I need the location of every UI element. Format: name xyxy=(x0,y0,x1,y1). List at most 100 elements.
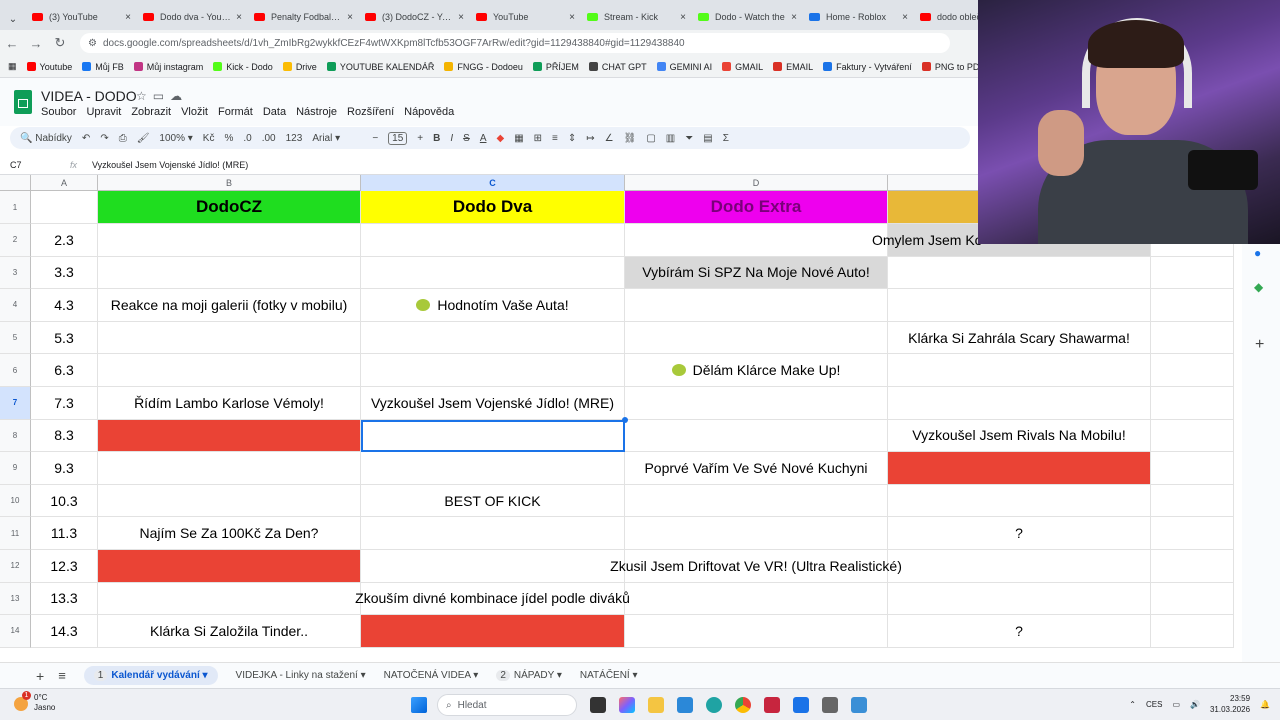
bookmark-item[interactable]: Drive xyxy=(282,62,317,72)
browser-tab[interactable]: Dodo dva - YouTube × xyxy=(137,4,248,30)
column-header[interactable]: B xyxy=(98,175,361,191)
row-header[interactable]: 11 xyxy=(0,517,31,550)
filter-icon[interactable]: ⏷ xyxy=(685,133,693,144)
tab-search-dropdown[interactable]: ⌄ xyxy=(0,8,26,30)
date-cell[interactable]: 2.3 xyxy=(31,224,98,257)
row-header[interactable]: 1 xyxy=(0,191,31,224)
paint-format-icon[interactable]: 🖌 xyxy=(137,133,150,144)
date-cell[interactable]: 13.3 xyxy=(31,582,98,616)
grid-cell[interactable] xyxy=(1151,321,1234,355)
reload-icon[interactable]: ↻ xyxy=(48,35,72,51)
date-cell[interactable]: 10.3 xyxy=(31,484,98,518)
column-header[interactable]: C xyxy=(361,175,625,191)
sheet-tab[interactable]: NATOČENÁ VIDEA ▾ xyxy=(384,670,479,681)
channel-header-d[interactable]: Dodo Extra xyxy=(625,191,888,224)
calculator-icon[interactable] xyxy=(822,697,838,713)
sheets-logo-icon[interactable] xyxy=(14,90,32,114)
row-header[interactable]: 10 xyxy=(0,484,31,518)
video-title-cell[interactable] xyxy=(625,387,888,420)
row-header[interactable]: 14 xyxy=(0,615,31,648)
video-title-cell[interactable] xyxy=(625,224,888,257)
video-title-cell[interactable] xyxy=(625,321,888,355)
text-wrap-icon[interactable]: ↦ xyxy=(586,133,594,144)
grid-cell[interactable] xyxy=(1151,517,1234,550)
video-title-cell[interactable]: Zkusil Jsem Driftovat Ve VR! (Ultra Real… xyxy=(610,550,902,583)
column-header[interactable]: D xyxy=(625,175,888,191)
notifications-icon[interactable]: 🔔 xyxy=(1260,699,1270,710)
system-tray[interactable]: ⌃ CES ▭ 🔊 23:59 31.03.2026 🔔 xyxy=(1129,693,1270,715)
video-title-cell[interactable] xyxy=(625,484,888,518)
align-vertical-icon[interactable]: ⇕ xyxy=(568,133,576,144)
video-title-cell[interactable] xyxy=(625,289,888,322)
menu-item[interactable]: Upravit xyxy=(86,106,121,118)
menu-item[interactable]: Soubor xyxy=(41,106,76,118)
weather-widget[interactable]: 0°C Jasno xyxy=(34,693,55,713)
strikethrough-icon[interactable]: S xyxy=(463,133,470,144)
date-cell[interactable]: 5.3 xyxy=(31,321,98,355)
bookmark-item[interactable]: CHAT GPT xyxy=(588,62,647,72)
menu-item[interactable]: Nástroje xyxy=(296,106,337,118)
video-title-cell[interactable] xyxy=(625,582,888,616)
grid-cell[interactable] xyxy=(1151,452,1234,485)
tab-close-icon[interactable]: × xyxy=(458,12,464,23)
video-title-cell[interactable] xyxy=(98,321,361,355)
video-title-cell[interactable] xyxy=(361,224,625,257)
row-header[interactable]: 3 xyxy=(0,256,31,290)
bookmark-item[interactable]: Můj FB xyxy=(82,62,124,72)
video-title-cell[interactable]: Hodnotím Vaše Auta! xyxy=(361,289,625,322)
video-title-cell[interactable] xyxy=(888,256,1151,290)
video-title-cell[interactable] xyxy=(361,419,625,453)
grid-cell[interactable] xyxy=(1151,582,1234,616)
bookmark-item[interactable]: PŘÍJEM xyxy=(532,62,579,72)
video-title-cell[interactable]: Poprvé Vařím Ve Své Nové Kuchyni xyxy=(625,452,888,485)
name-box[interactable]: C7 xyxy=(0,160,70,170)
font-size-input[interactable]: 15 xyxy=(388,131,408,145)
row-header[interactable]: 13 xyxy=(0,582,31,616)
network-icon[interactable]: ▭ xyxy=(1172,699,1180,710)
browser-tab[interactable]: Dodo - Watch the × xyxy=(692,4,803,30)
volume-icon[interactable]: 🔊 xyxy=(1190,699,1200,710)
merge-cells-icon[interactable]: ⊞ xyxy=(534,133,542,144)
sheet-tab[interactable]: NATÁČENÍ ▾ xyxy=(580,670,638,681)
row-header[interactable]: 6 xyxy=(0,354,31,387)
edge-icon[interactable] xyxy=(706,697,722,713)
browser-tab[interactable]: Home - Roblox × xyxy=(803,4,914,30)
video-title-cell[interactable] xyxy=(888,484,1151,518)
corner-cell[interactable] xyxy=(0,175,31,191)
date-cell[interactable]: 9.3 xyxy=(31,452,98,485)
cloud-status-icon[interactable]: ☁ xyxy=(170,89,188,103)
link-icon[interactable]: ⛓ xyxy=(624,133,637,144)
outlook-icon[interactable] xyxy=(677,697,693,713)
grid-cell[interactable] xyxy=(1151,419,1234,453)
grid-cell[interactable] xyxy=(1151,615,1234,648)
tab-close-icon[interactable]: × xyxy=(569,12,575,23)
number-format-button[interactable]: 123 xyxy=(286,133,303,144)
borders-icon[interactable]: ▦ xyxy=(514,133,523,144)
add-sheet-icon[interactable]: + xyxy=(36,668,44,684)
tray-chevron-icon[interactable]: ⌃ xyxy=(1129,699,1136,710)
video-title-cell[interactable] xyxy=(625,517,888,550)
tab-close-icon[interactable]: × xyxy=(125,12,131,23)
row-header[interactable]: 7 xyxy=(0,387,31,420)
site-info-icon[interactable]: ⚙ xyxy=(88,38,97,49)
date-cell[interactable]: 6.3 xyxy=(31,354,98,387)
apps-icon[interactable]: ▦ xyxy=(8,61,17,72)
video-title-cell[interactable] xyxy=(361,354,625,387)
decrease-decimal-button[interactable]: .0 xyxy=(243,133,251,144)
video-title-cell[interactable] xyxy=(98,256,361,290)
video-title-cell[interactable]: Reakce na moji galerii (fotky v mobilu) xyxy=(98,289,361,322)
tab-close-icon[interactable]: × xyxy=(902,12,908,23)
video-title-cell[interactable] xyxy=(625,615,888,648)
menu-item[interactable]: Formát xyxy=(218,106,253,118)
menu-item[interactable]: Nápověda xyxy=(404,106,454,118)
video-title-cell[interactable]: Řídím Lambo Karlose Vémoly! xyxy=(98,387,361,420)
print-icon[interactable]: ⎙ xyxy=(119,133,127,144)
document-title[interactable]: VIDEA - DODO xyxy=(41,88,137,104)
app3-icon[interactable] xyxy=(851,697,867,713)
tab-dropdown-icon[interactable]: ▾ xyxy=(554,670,562,681)
currency-button[interactable]: Kč xyxy=(203,133,215,144)
video-title-cell[interactable] xyxy=(361,256,625,290)
undo-icon[interactable]: ↶ xyxy=(82,133,90,144)
browser-tab[interactable]: (3) YouTube × xyxy=(26,4,137,30)
row-header[interactable]: 2 xyxy=(0,224,31,257)
